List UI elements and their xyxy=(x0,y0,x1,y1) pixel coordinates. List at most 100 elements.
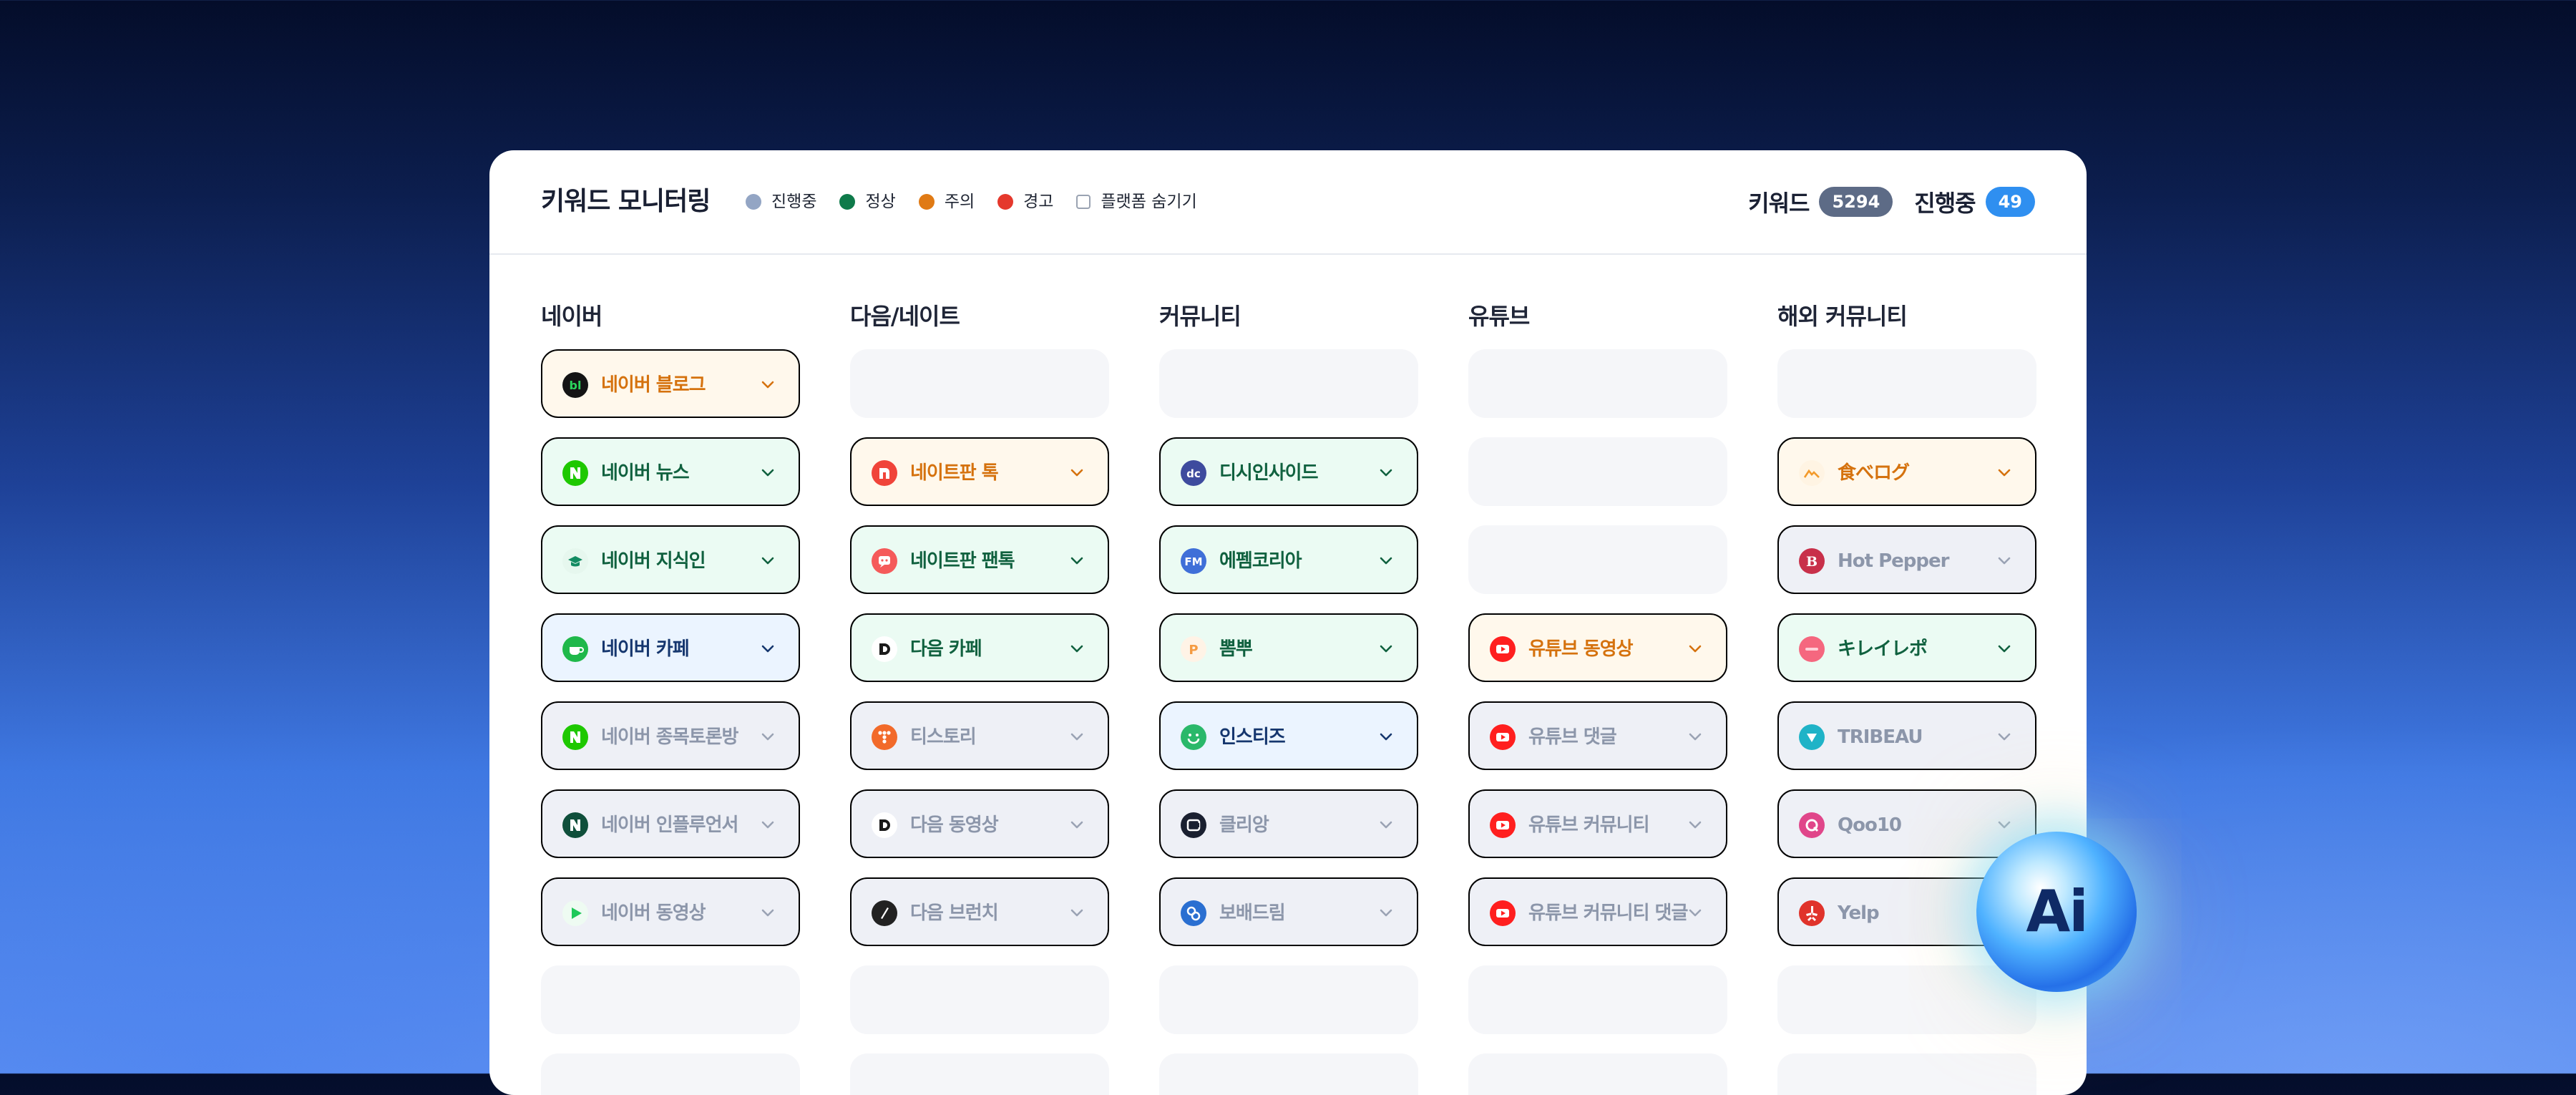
platform-dropdown[interactable]: 유튜브 동영상 xyxy=(1468,613,1727,682)
chevron-down-icon[interactable] xyxy=(1068,727,1086,746)
platform-dropdown[interactable]: 네이버 지식인 xyxy=(541,525,800,594)
column-title: 커뮤니티 xyxy=(1159,303,1241,330)
chevron-down-icon[interactable] xyxy=(1995,463,2014,482)
platform-dropdown[interactable]: 유튜브 댓글 xyxy=(1468,701,1727,770)
chevron-down-icon[interactable] xyxy=(1068,815,1086,834)
status-dot-icon xyxy=(839,194,856,210)
platform-label: 다음 동영상 xyxy=(910,814,999,836)
chevron-down-icon[interactable] xyxy=(758,903,777,922)
tabelog-icon xyxy=(1799,460,1825,486)
youtube-icon xyxy=(1490,812,1516,838)
naver-kin-icon xyxy=(562,548,588,574)
chevron-down-icon[interactable] xyxy=(1995,551,2014,570)
legend-label: 경고 xyxy=(1023,193,1054,211)
ai-assistant-button[interactable]: Ai xyxy=(1976,832,2137,992)
platform-label: 네이버 뉴스 xyxy=(601,462,690,484)
chevron-down-icon[interactable] xyxy=(1686,639,1704,658)
chevron-down-icon[interactable] xyxy=(1377,815,1395,834)
status-dot-icon xyxy=(997,194,1014,210)
youtube-icon xyxy=(1490,724,1516,750)
hide-platform-checkbox[interactable] xyxy=(1076,195,1091,209)
chevron-down-icon[interactable] xyxy=(758,375,777,394)
chevron-down-icon[interactable] xyxy=(1377,463,1395,482)
platform-label: 네이버 인플루언서 xyxy=(601,814,738,836)
chevron-down-icon[interactable] xyxy=(1995,639,2014,658)
platform-dropdown[interactable]: 네이버 뉴스 xyxy=(541,437,800,506)
platform-dropdown[interactable]: 네이버 동영상 xyxy=(541,877,800,946)
platform-dropdown[interactable]: bl 네이버 블로그 xyxy=(541,349,800,418)
platform-dropdown[interactable]: 食べログ xyxy=(1777,437,2036,506)
platform-label: 네이버 블로그 xyxy=(601,374,706,396)
platform-dropdown[interactable]: 네이버 카페 xyxy=(541,613,800,682)
platform-label: 네이버 카페 xyxy=(601,638,690,660)
platform-label: 티스토리 xyxy=(910,726,977,748)
chevron-down-icon[interactable] xyxy=(758,551,777,570)
chevron-down-icon[interactable] xyxy=(1686,815,1704,834)
chevron-down-icon[interactable] xyxy=(1377,903,1395,922)
chevron-down-icon[interactable] xyxy=(758,639,777,658)
platform-dropdown[interactable]: 다음 브런치 xyxy=(850,877,1109,946)
column-title: 유튜브 xyxy=(1468,303,1530,330)
platform-dropdown[interactable]: TRIBEAU xyxy=(1777,701,2036,770)
chevron-down-icon[interactable] xyxy=(1686,903,1704,922)
qoo10-icon xyxy=(1799,812,1825,838)
platform-dropdown[interactable]: 다음 동영상 xyxy=(850,789,1109,858)
platform-dropdown[interactable]: 다음 카페 xyxy=(850,613,1109,682)
chevron-down-icon[interactable] xyxy=(1995,815,2014,834)
chevron-down-icon[interactable] xyxy=(1068,639,1086,658)
platform-dropdown[interactable]: 보배드림 xyxy=(1159,877,1418,946)
platform-label: 다음 카페 xyxy=(910,638,982,660)
empty-slot xyxy=(1159,349,1418,418)
legend-label: 정상 xyxy=(865,193,896,211)
empty-slot xyxy=(541,1053,800,1095)
empty-slot xyxy=(1468,525,1727,594)
platform-label: TRIBEAU xyxy=(1838,726,1923,748)
platform-label: 디시인사이드 xyxy=(1219,462,1319,484)
platform-dropdown[interactable]: 유튜브 커뮤니티 댓글 xyxy=(1468,877,1727,946)
platform-dropdown[interactable]: 네이버 종목토론방 xyxy=(541,701,800,770)
hide-platform-toggle[interactable]: 플랫폼 숨기기 xyxy=(1076,189,1197,215)
platform-label: 유튜브 커뮤니티 xyxy=(1528,814,1649,836)
empty-slot xyxy=(850,1053,1109,1095)
chevron-down-icon[interactable] xyxy=(1068,463,1086,482)
platform-dropdown[interactable]: 네이버 인플루언서 xyxy=(541,789,800,858)
panel-header: 키워드 모니터링 진행중 정상 주의 경고 플랫폼 숨기기 키워드 5294 진… xyxy=(489,150,2087,255)
daum-d-icon xyxy=(872,812,897,838)
in-progress-label: 진행중 xyxy=(1914,190,1976,217)
chevron-down-icon[interactable] xyxy=(1377,727,1395,746)
column-title: 네이버 xyxy=(541,303,602,330)
platform-label: 인스티즈 xyxy=(1219,726,1286,748)
platform-dropdown[interactable]: 인스티즈 xyxy=(1159,701,1418,770)
chevron-down-icon[interactable] xyxy=(1377,639,1395,658)
naver-n-icon xyxy=(562,724,588,750)
youtube-icon xyxy=(1490,900,1516,926)
chevron-down-icon[interactable] xyxy=(1068,903,1086,922)
platform-dropdown[interactable]: 네이트판 팬톡 xyxy=(850,525,1109,594)
platform-dropdown[interactable]: 티스토리 xyxy=(850,701,1109,770)
platform-dropdown[interactable]: P 뽐뿌 xyxy=(1159,613,1418,682)
chevron-down-icon[interactable] xyxy=(1995,727,2014,746)
platform-dropdown[interactable]: FM 에펨코리아 xyxy=(1159,525,1418,594)
chevron-down-icon[interactable] xyxy=(1377,551,1395,570)
chevron-down-icon[interactable] xyxy=(758,727,777,746)
empty-slot xyxy=(1777,1053,2036,1095)
platform-dropdown[interactable]: dc 디시인사이드 xyxy=(1159,437,1418,506)
platform-dropdown[interactable]: B Hot Pepper xyxy=(1777,525,2036,594)
status-dot-icon xyxy=(746,194,761,210)
keyword-count-label: 키워드 xyxy=(1748,190,1810,217)
platform-dropdown[interactable]: Qoo10 xyxy=(1777,789,2036,858)
svg-text:bl: bl xyxy=(570,379,582,392)
platform-dropdown[interactable]: 클리앙 xyxy=(1159,789,1418,858)
chevron-down-icon[interactable] xyxy=(1068,551,1086,570)
platform-label: 다음 브런치 xyxy=(910,902,999,924)
daum-d-icon xyxy=(872,636,897,662)
platform-dropdown[interactable]: 유튜브 커뮤니티 xyxy=(1468,789,1727,858)
chevron-down-icon[interactable] xyxy=(1686,727,1704,746)
platform-dropdown[interactable]: キレイレポ xyxy=(1777,613,2036,682)
dcinside-icon: dc xyxy=(1181,460,1206,486)
empty-slot xyxy=(1777,349,2036,418)
chevron-down-icon[interactable] xyxy=(758,815,777,834)
platform-dropdown[interactable]: 네이트판 톡 xyxy=(850,437,1109,506)
chevron-down-icon[interactable] xyxy=(758,463,777,482)
platform-label: 네이버 동영상 xyxy=(601,902,706,924)
